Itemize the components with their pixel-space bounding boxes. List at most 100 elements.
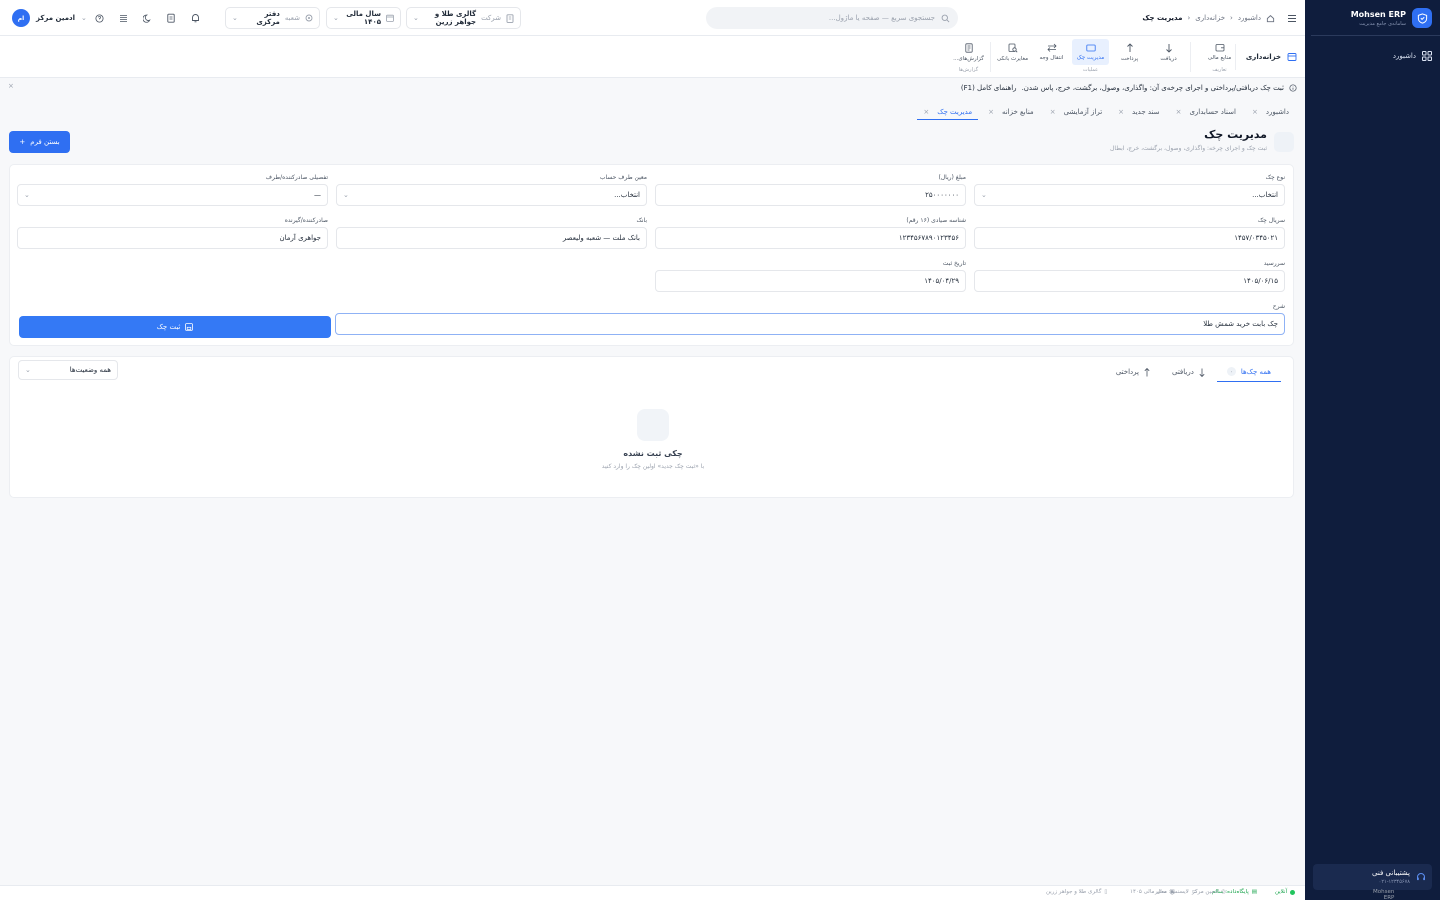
building-icon — [506, 13, 514, 23]
status-fiscal-year: ▣ سال مالی ۱۴۰۵ — [1130, 889, 1175, 895]
check-icon — [1085, 44, 1096, 52]
amount-field: مبلغ (ریال) ۲۵۰۰۰۰۰۰۰ — [655, 173, 966, 206]
due-date-field: سررسید ۱۴۰۵/۰۶/۱۵ — [974, 259, 1285, 292]
chevron-left-icon: ‹ — [1230, 14, 1233, 22]
clipboard-button[interactable] — [159, 7, 183, 29]
bank-input[interactable]: بانک ملت — شعبه ولیعصر — [336, 227, 647, 249]
close-icon[interactable]: × — [923, 108, 929, 116]
user-menu[interactable]: ⌄ ادمین مرکز ام — [12, 7, 87, 29]
status-filter-select[interactable]: همه وضعیت‌ها ⌄ — [18, 360, 118, 380]
sayad-id-input[interactable]: ۱۲۳۴۵۶۷۸۹۰۱۲۳۴۵۶ — [655, 227, 966, 249]
headset-icon — [1416, 872, 1426, 882]
calendar-icon — [386, 14, 394, 22]
ribbon-item-label: مغایرت بانکی — [996, 55, 1029, 62]
empty-state-title: چکی ثبت نشده — [623, 449, 683, 458]
tab-label: داشبورد — [1265, 108, 1289, 116]
input-value: جواهری آرمان — [279, 234, 322, 242]
ribbon-item-reports[interactable]: گزارش‌های... — [950, 39, 987, 65]
close-icon[interactable]: × — [1176, 108, 1182, 116]
field-label: بانک — [636, 217, 647, 224]
module-ribbon: خزانه‌داری منابع مالی تعاریف دریافت پردا… — [0, 36, 1305, 78]
help-button[interactable] — [87, 7, 111, 29]
tab-received[interactable]: دریافتی — [1162, 362, 1215, 382]
bank-search-icon — [1008, 43, 1018, 53]
bank-icon — [1287, 52, 1297, 62]
status-year-label: سال مالی ۱۴۰۵ — [1130, 889, 1167, 895]
select-value: انتخاب... — [1252, 191, 1278, 199]
close-form-button[interactable]: بستن فرم + — [9, 131, 70, 153]
ribbon-item-bank-reconciliation[interactable]: مغایرت بانکی — [994, 39, 1031, 65]
tab-treasury-sources[interactable]: منابع خزانه × — [982, 104, 1040, 120]
tab-label: مدیریت چک — [937, 107, 973, 116]
online-status: آنلاین — [1275, 889, 1295, 895]
ribbon-item-transfer[interactable]: انتقال وجه — [1033, 39, 1070, 65]
ribbon-item-check-management[interactable]: مدیریت چک — [1072, 39, 1109, 65]
status-dot — [1290, 889, 1295, 895]
close-icon[interactable]: × — [988, 108, 994, 116]
tab-label: تراز آزمایشی — [1063, 108, 1103, 116]
description-input[interactable]: چک بابت خرید شمش طلا — [335, 313, 1285, 335]
help-circle-icon — [94, 13, 104, 23]
chevron-left-icon: ‹ — [1187, 14, 1191, 22]
amount-input[interactable]: ۲۵۰۰۰۰۰۰۰ — [655, 184, 966, 206]
arrow-up-icon — [1126, 42, 1134, 53]
tab-trial-balance[interactable]: تراز آزمایشی × — [1044, 104, 1108, 120]
due-date-input[interactable]: ۱۴۰۵/۰۶/۱۵ — [974, 270, 1285, 292]
ribbon-item-receive[interactable]: دریافت — [1150, 39, 1187, 65]
moon-icon — [142, 14, 152, 23]
detail-account-field: تفصیلی صادرکننده/طرف — ⌄ — [17, 173, 328, 206]
breadcrumb-item[interactable]: خزانه‌داری — [1195, 14, 1225, 22]
counter-account-select[interactable]: انتخاب... ⌄ — [336, 184, 647, 206]
tab-accounting-documents[interactable]: اسناد حسابداری × — [1170, 104, 1242, 120]
empty-state-subtitle: با «ثبت چک جدید» اولین چک را وارد کنید — [601, 463, 705, 470]
page-title: مدیریت چک — [1204, 128, 1267, 141]
menu-button[interactable] — [1283, 7, 1297, 29]
close-icon[interactable]: × — [1050, 108, 1056, 116]
help-guide-link[interactable]: راهنمای کامل (F1) — [961, 84, 1017, 92]
serial-input[interactable]: ۱۴۵۷/۰۳۴۵۰۲۱ — [974, 227, 1285, 249]
tab-check-management[interactable]: مدیریت چک × — [917, 104, 979, 120]
open-tabs: داشبورد × اسناد حسابداری × سند جدید × تراز … — [917, 104, 1295, 120]
field-label: معین طرف حساب — [599, 174, 647, 181]
issuer-input[interactable]: جواهری آرمان — [17, 227, 328, 249]
breadcrumb-item[interactable]: داشبورد — [1238, 14, 1261, 22]
ribbon-item-pay[interactable]: پرداخت — [1111, 39, 1148, 65]
list-icon — [119, 14, 128, 23]
detail-account-select[interactable]: — ⌄ — [17, 184, 328, 206]
fiscal-year-selector[interactable]: سال مالی ۱۴۰۵ ⌄ — [326, 7, 401, 29]
chevron-down-icon: ⌄ — [25, 366, 31, 374]
report-icon — [964, 42, 973, 53]
search-input[interactable]: جستجوی سریع — صفحه یا ماژول... — [706, 7, 958, 29]
divider — [990, 42, 991, 72]
arrow-down-icon — [1165, 43, 1173, 53]
breadcrumb: داشبورد ‹ خزانه‌داری ‹ مدیریت چک — [1142, 7, 1275, 29]
field-label: صادرکننده/گیرنده — [284, 217, 328, 224]
check-type-select[interactable]: انتخاب... ⌄ — [974, 184, 1285, 206]
ribbon-item-financial-sources[interactable]: منابع مالی — [1201, 39, 1238, 65]
tab-dashboard[interactable]: داشبورد × — [1246, 104, 1295, 120]
tab-paid[interactable]: پرداختی — [1106, 362, 1160, 382]
tab-all-checks[interactable]: همه چک‌ها ۰ — [1216, 362, 1281, 382]
support-card[interactable]: پشتیبانی فنی ۰۲۱-۱۲۳۴۵۶۷۸ — [1313, 864, 1432, 890]
notifications-button[interactable] — [183, 7, 207, 29]
tab-label: منابع خزانه — [1001, 108, 1034, 116]
close-icon[interactable]: × — [1118, 108, 1124, 116]
tab-new-document[interactable]: سند جدید × — [1112, 104, 1165, 120]
status-user: ◎ ادمین مرکز — [1192, 889, 1226, 895]
branch-selector[interactable]: شعبه دفتر مرکزی ⌄ — [225, 7, 320, 29]
close-icon[interactable]: × — [8, 82, 14, 90]
ribbon-item-label: مدیریت چک — [1076, 54, 1105, 61]
list-button[interactable] — [111, 7, 135, 29]
count-badge: ۰ — [1226, 367, 1236, 376]
sidebar-item-dashboard[interactable]: داشبورد — [1313, 48, 1432, 64]
submit-check-button[interactable]: ثبت چک — [19, 316, 331, 338]
theme-toggle-button[interactable] — [135, 7, 159, 29]
reg-date-input[interactable]: ۱۴۰۵/۰۴/۲۹ — [655, 270, 966, 292]
tab-label: دریافتی — [1171, 368, 1194, 376]
search-icon — [941, 14, 950, 23]
input-value: بانک ملت — شعبه ولیعصر — [562, 234, 640, 242]
serial-field: سریال چک ۱۴۵۷/۰۳۴۵۰۲۱ — [974, 216, 1285, 249]
company-selector[interactable]: شرکت گالری طلا و جواهر زرین ⌄ — [406, 7, 521, 29]
select-value: همه وضعیت‌ها — [69, 366, 111, 374]
close-icon[interactable]: × — [1252, 108, 1258, 116]
